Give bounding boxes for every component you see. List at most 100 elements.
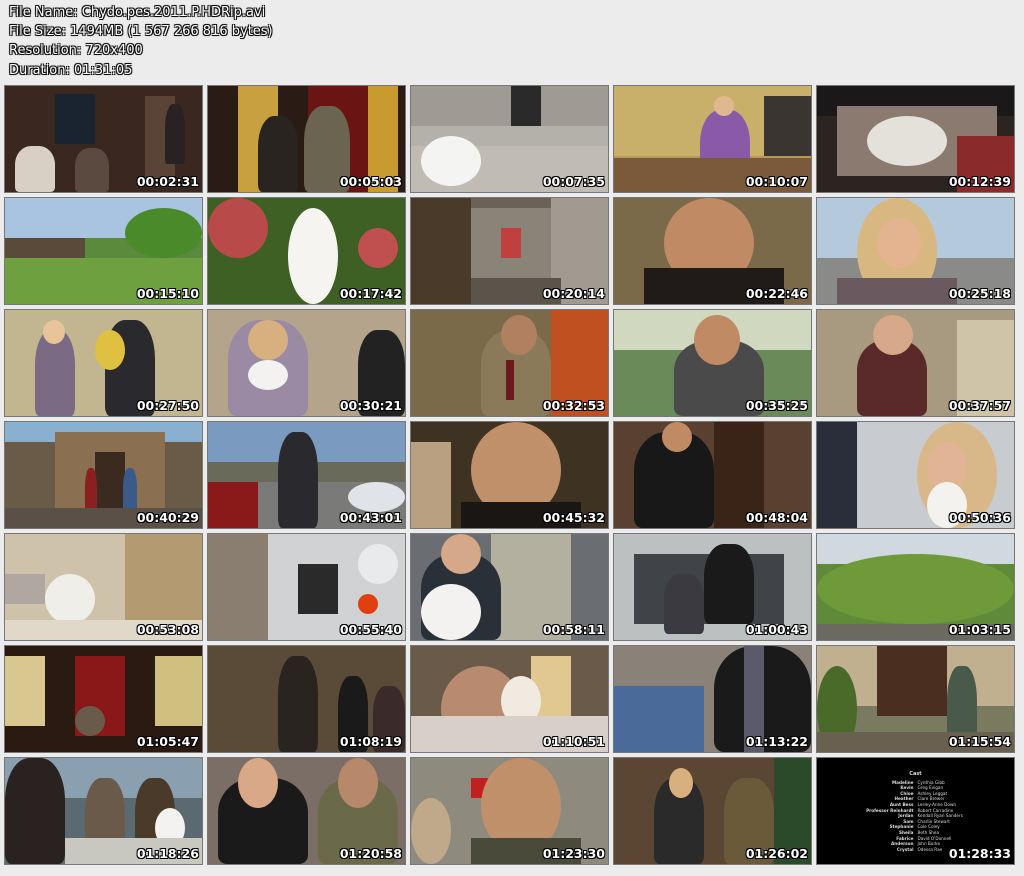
thumbnail-00-37-57: 00:37:57 (817, 310, 1014, 416)
thumbnail-01-00-43: 01:00:43 (614, 534, 811, 640)
timestamp: 01:28:33 (948, 846, 1011, 861)
thumbnail-00-07-35: 00:07:35 (411, 86, 608, 192)
scene-shape (817, 422, 857, 528)
scene-shape (288, 208, 338, 304)
duration-text: Duration: 01:31:05 (9, 62, 133, 78)
scene-shape (248, 360, 288, 390)
timestamp: 00:58:11 (542, 622, 605, 637)
timestamp: 01:08:19 (339, 734, 402, 749)
timestamp: 00:50:36 (948, 510, 1011, 525)
scene-shape (411, 198, 471, 304)
thumbnail-00-58-11: 00:58:11 (411, 534, 608, 640)
scene-shape (764, 96, 811, 156)
scene-shape (506, 360, 514, 400)
thumbnail-00-45-32: 00:45:32 (411, 422, 608, 528)
thumbnail-00-48-04: 00:48:04 (614, 422, 811, 528)
scene-shape (421, 584, 481, 640)
scene-shape (817, 554, 1014, 624)
scene-shape (411, 86, 608, 126)
thumbnail-grid: 00:02:31 00:05:03 00:07:35 00:10:07 00:12:39… (5, 86, 1014, 864)
thumbnail-00-12-39: 00:12:39 (817, 86, 1014, 192)
scene-shape (662, 422, 692, 452)
thumbnail-01-20-58: 01:20:58 (208, 758, 405, 864)
thumbnail-00-05-03: 00:05:03 (208, 86, 405, 192)
scene-shape (837, 278, 957, 304)
scene-shape (258, 116, 298, 192)
timestamp: 00:02:31 (136, 174, 199, 189)
scene-shape (5, 656, 45, 726)
scene-shape (358, 544, 398, 584)
scene-shape (614, 686, 704, 752)
scene-shape (501, 315, 537, 355)
timestamp: 00:35:25 (745, 398, 808, 413)
thumbnail-00-22-46: 00:22:46 (614, 198, 811, 304)
scene-shape (664, 574, 704, 634)
scene-shape (155, 656, 202, 726)
thumbnail-00-53-08: 00:53:08 (5, 534, 202, 640)
timestamp: 00:17:42 (339, 286, 402, 301)
timestamp: 01:00:43 (745, 622, 808, 637)
scene-shape (873, 315, 913, 355)
scene-shape (358, 594, 378, 614)
timestamp: 01:26:02 (745, 846, 808, 861)
timestamp: 00:53:08 (136, 622, 199, 637)
scene-shape (95, 452, 125, 512)
timestamp: 00:15:10 (136, 286, 199, 301)
scene-shape (5, 574, 45, 604)
timestamp: 00:20:14 (542, 286, 605, 301)
scene-shape (338, 758, 378, 808)
thumbnail-00-02-31: 00:02:31 (5, 86, 202, 192)
scene-shape (348, 482, 405, 512)
timestamp: 00:10:07 (745, 174, 808, 189)
scene-shape (441, 534, 481, 574)
credits-role: Crystal (896, 846, 914, 852)
scene-shape (208, 198, 268, 258)
scene-shape (704, 544, 754, 624)
scene-shape (5, 758, 65, 864)
scene-shape (411, 798, 451, 864)
scene-shape (694, 315, 740, 365)
timestamp: 01:23:30 (542, 846, 605, 861)
thumbnail-01-26-02: 01:26:02 (614, 758, 811, 864)
timestamp: 00:37:57 (948, 398, 1011, 413)
timestamp: 00:12:39 (948, 174, 1011, 189)
resolution-text: Resolution: 720x400 (9, 43, 143, 59)
scene-shape (125, 208, 202, 258)
credits-title: Cast (909, 771, 922, 777)
scene-shape (95, 330, 125, 370)
timestamp: 00:05:03 (339, 174, 402, 189)
scene-shape (877, 646, 947, 716)
thumbnail-00-32-53: 00:32:53 (411, 310, 608, 416)
file-size-text: File Size: 1494MB (1 567 266 816 bytes) (9, 24, 273, 40)
thumbnail-01-28-33: Cast Madeline Cynthia Gibb Kevin Greg Evigan… (817, 758, 1014, 864)
scene-shape (877, 218, 921, 268)
scene-shape (669, 768, 693, 798)
thumbnail-00-17-42: 00:17:42 (208, 198, 405, 304)
scene-shape (358, 228, 398, 268)
timestamp: 01:20:58 (339, 846, 402, 861)
timestamp: 00:45:32 (542, 510, 605, 525)
scene-shape (248, 320, 288, 360)
timestamp: 00:43:01 (339, 510, 402, 525)
timestamp: 01:03:15 (948, 622, 1011, 637)
scene-shape (55, 94, 95, 144)
thumbnail-01-23-30: 01:23:30 (411, 758, 608, 864)
timestamp: 01:18:26 (136, 846, 199, 861)
file-info: File Name: Chydo.pes.2011.P.HDRip.avi Fil… (9, 3, 273, 80)
file-name-text: File Name: Chydo.pes.2011.P.HDRip.avi (9, 5, 266, 20)
timestamp: 00:25:18 (948, 286, 1011, 301)
thumbnail-00-50-36: 00:50:36 (817, 422, 1014, 528)
scene-shape (45, 574, 95, 624)
timestamp: 01:13:22 (745, 734, 808, 749)
thumbnail-00-30-21: 00:30:21 (208, 310, 405, 416)
timestamp: 01:15:54 (948, 734, 1011, 749)
timestamp: 00:55:40 (339, 622, 402, 637)
thumbnail-01-08-19: 01:08:19 (208, 646, 405, 752)
timestamp: 00:48:04 (745, 510, 808, 525)
thumbnail-00-25-18: 00:25:18 (817, 198, 1014, 304)
scene-shape (298, 564, 338, 614)
scene-shape (278, 432, 318, 528)
scene-shape (278, 656, 318, 752)
thumbnail-01-03-15: 01:03:15 (817, 534, 1014, 640)
thumbnail-01-13-22: 01:13:22 (614, 646, 811, 752)
